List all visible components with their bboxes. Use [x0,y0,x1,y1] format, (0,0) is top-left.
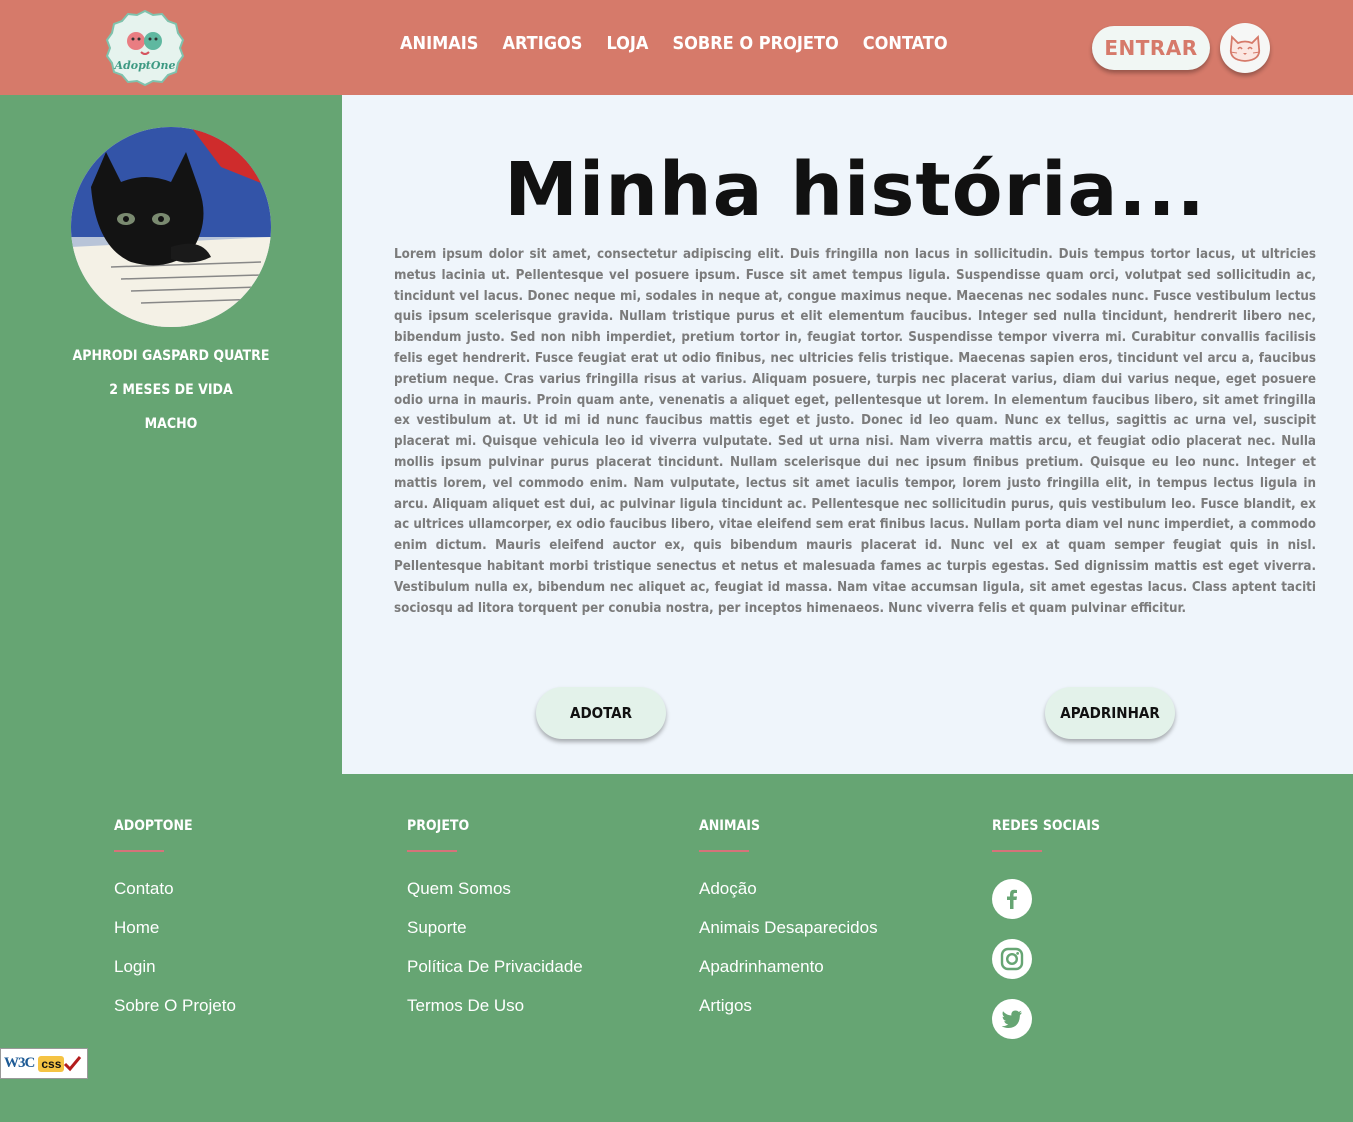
footer-link-animais-desaparecidos[interactable]: Animais Desaparecidos [699,918,959,957]
logo-text: AdoptOne [114,59,176,72]
footer-link-login[interactable]: Login [114,957,374,996]
footer-heading: REDES SOCIAIS [992,818,1101,834]
pet-age: 2 MESES DE VIDA [109,382,233,398]
w3c-css-validator-badge[interactable]: W3C css [0,1048,88,1079]
pet-sidebar: APHRODI GASPARD QUATRE 2 MESES DE VIDA M… [0,95,342,774]
footer-link-suporte[interactable]: Suporte [407,918,667,957]
user-avatar-button[interactable] [1220,23,1270,73]
footer-link-home[interactable]: Home [114,918,374,957]
nav-artigos[interactable]: ARTIGOS [502,33,582,54]
footer-heading: PROJETO [407,818,470,834]
footer-col-animais: ANIMAIS Adoção Animais Desaparecidos Apa… [699,818,959,1035]
twitter-icon [1001,1010,1022,1029]
footer-link-quem-somos[interactable]: Quem Somos [407,879,667,918]
footer-col-adoptone: ADOPTONE Contato Home Login Sobre O Proj… [114,818,374,1035]
footer-link-adocao[interactable]: Adoção [699,879,959,918]
page-title: Minha história... [504,147,1206,233]
checkmark-icon [64,1055,82,1071]
adoptone-logo[interactable]: AdoptOne [105,9,185,87]
footer-heading-underline [407,850,457,852]
footer-link-sobre-o-projeto[interactable]: Sobre O Projeto [114,996,374,1035]
facebook-icon [1007,889,1017,909]
pet-photo [71,127,271,327]
instagram-icon [1000,947,1024,971]
nav-sobre-o-projeto[interactable]: SOBRE O PROJETO [672,33,838,54]
footer-heading: ADOPTONE [114,818,193,834]
footer-link-apadrinhamento[interactable]: Apadrinhamento [699,957,959,996]
footer-heading-underline [992,850,1042,852]
footer-link-contato[interactable]: Contato [114,879,374,918]
css-label: css [38,1055,65,1072]
twitter-link[interactable] [992,999,1032,1039]
adopt-button[interactable]: ADOTAR [536,687,666,739]
nav-contato[interactable]: CONTATO [863,33,948,54]
cat-face-icon [1229,35,1261,62]
footer-col-redes-sociais: REDES SOCIAIS [992,818,1252,1059]
main-nav: ANIMAIS ARTIGOS LOJA SOBRE O PROJETO CON… [400,33,948,54]
w3c-label: W3C [4,1055,35,1071]
footer-heading-underline [699,850,749,852]
pet-sex: MACHO [144,416,198,432]
nav-loja[interactable]: LOJA [606,33,648,54]
footer-link-politica-de-privacidade[interactable]: Política De Privacidade [407,957,667,996]
sponsor-button[interactable]: APADRINHAR [1045,687,1175,739]
pet-story-text: Lorem ipsum dolor sit amet, consectetur … [394,247,1316,616]
footer-link-termos-de-uso[interactable]: Termos De Uso [407,996,667,1035]
login-button[interactable]: ENTRAR [1092,26,1210,70]
top-header: AdoptOne ANIMAIS ARTIGOS LOJA SOBRE O PR… [0,0,1353,95]
footer-link-artigos[interactable]: Artigos [699,996,959,1035]
facebook-link[interactable] [992,879,1032,919]
pet-name: APHRODI GASPARD QUATRE [72,348,270,364]
footer-col-projeto: PROJETO Quem Somos Suporte Política De P… [407,818,667,1035]
footer-heading: ANIMAIS [699,818,761,834]
nav-animais[interactable]: ANIMAIS [400,33,478,54]
story-panel: Minha história... Lorem ipsum dolor sit … [342,95,1353,774]
footer-heading-underline [114,850,164,852]
instagram-link[interactable] [992,939,1032,979]
